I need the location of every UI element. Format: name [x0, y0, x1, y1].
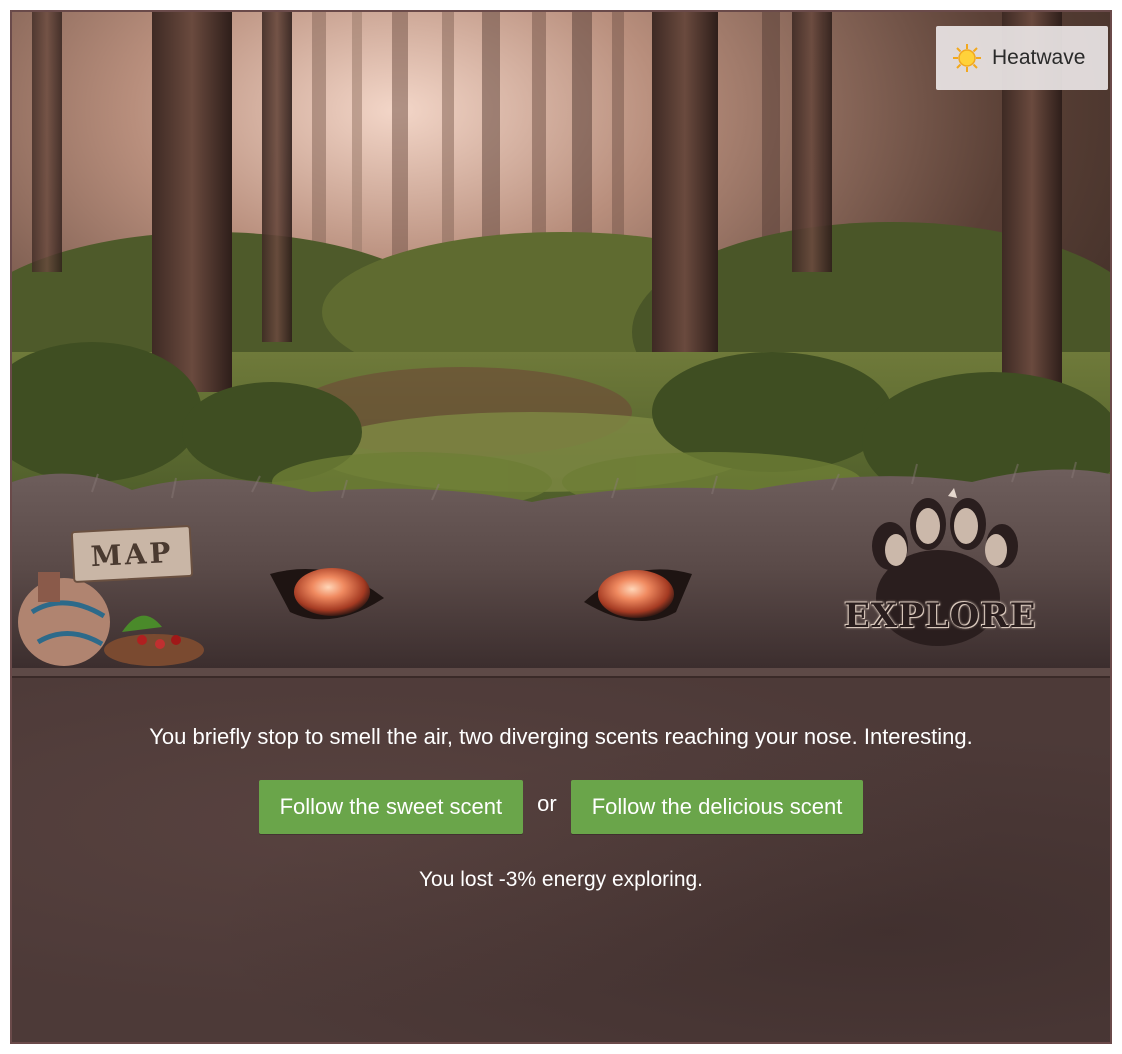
follow-sweet-scent-button[interactable]: Follow the sweet scent	[258, 780, 524, 834]
map-button[interactable]: MAP	[70, 524, 194, 584]
choice-separator: or	[537, 791, 557, 816]
panel-divider	[12, 676, 1110, 678]
forest-scene: MAP EXPLORE Heatwave	[12, 12, 1110, 668]
event-message: You briefly stop to smell the air, two d…	[149, 724, 973, 749]
game-frame: MAP EXPLORE Heatwave You briefly stop to…	[10, 10, 1112, 1044]
explore-label: EXPLORE	[844, 596, 1037, 636]
explore-button[interactable]: EXPLORE	[838, 488, 1037, 658]
sun-icon	[953, 44, 981, 72]
map-label: MAP	[89, 535, 175, 573]
energy-status: You lost -3% energy exploring.	[418, 868, 704, 891]
choice-row: Follow the sweet scent or Follow the del…	[12, 780, 1110, 834]
event-panel: You briefly stop to smell the air, two d…	[12, 668, 1110, 1042]
weather-label: Heatwave	[992, 46, 1086, 69]
follow-delicious-scent-button[interactable]: Follow the delicious scent	[570, 780, 864, 834]
weather-badge: Heatwave	[936, 26, 1108, 90]
